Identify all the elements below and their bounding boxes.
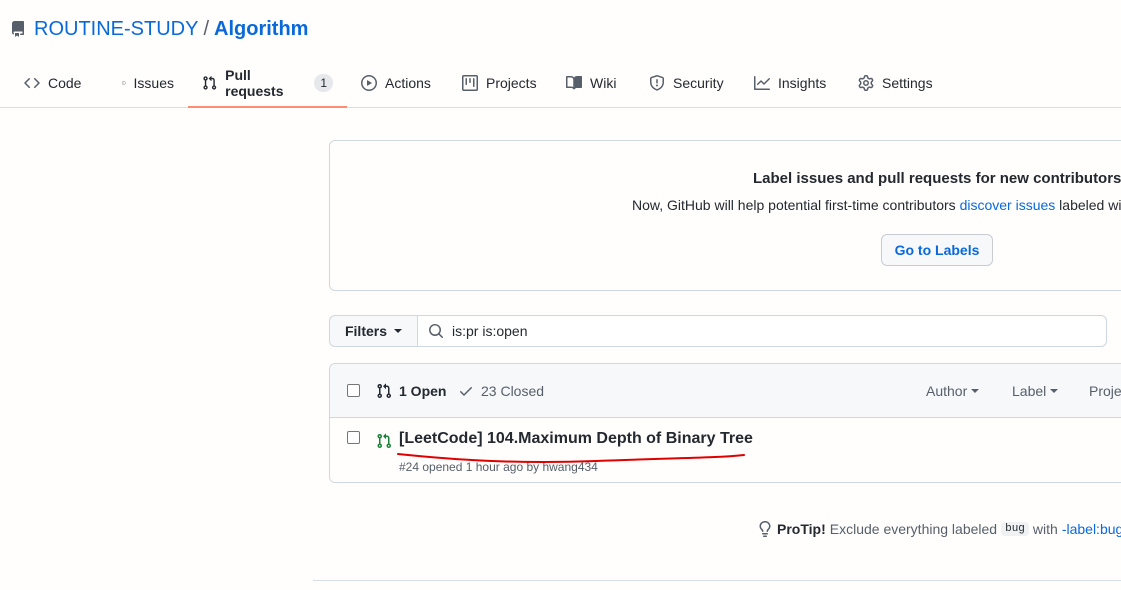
repo-separator: / <box>203 17 210 40</box>
graph-icon <box>754 76 770 90</box>
tab-label: Security <box>673 75 724 91</box>
open-count: 1 Open <box>399 383 447 399</box>
footer-divider <box>313 580 1121 581</box>
repo-tabs: Code Issues Pull requests 1 Actions Proj… <box>10 60 954 108</box>
table-icon <box>462 75 478 91</box>
search-input[interactable] <box>452 323 1052 339</box>
play-icon <box>361 75 377 91</box>
chevron-down-icon <box>1050 389 1059 393</box>
label-filter-dropdown[interactable]: Label <box>1012 383 1059 399</box>
tab-actions[interactable]: Actions <box>347 60 448 106</box>
author-filter-label: Author <box>926 383 968 399</box>
discover-issues-link[interactable]: discover issues <box>960 197 1056 213</box>
pull-requests-counter: 1 <box>314 74 333 92</box>
pull-requests-list: 1 Open 23 Closed Author Label Projects [… <box>329 363 1121 483</box>
tab-settings[interactable]: Settings <box>844 60 954 106</box>
filters-label: Filters <box>344 323 387 339</box>
tab-security[interactable]: Security <box>635 60 740 106</box>
tab-label: Settings <box>882 75 933 91</box>
tab-insights[interactable]: Insights <box>740 60 844 106</box>
open-filter-link[interactable]: 1 Open <box>376 383 446 399</box>
git-pull-request-icon <box>377 383 392 399</box>
check-icon <box>460 387 472 396</box>
book-icon <box>566 75 582 90</box>
tab-label: Actions <box>385 75 431 91</box>
list-header: 1 Open 23 Closed Author Label Projects <box>330 364 1121 418</box>
repo-name-link[interactable]: Algorithm <box>214 18 308 41</box>
filters-dropdown-button[interactable]: Filters <box>329 315 417 347</box>
list-item: [LeetCode] 104.Maximum Depth of Binary T… <box>330 419 1121 482</box>
tab-issues[interactable]: Issues <box>108 60 188 106</box>
tab-code[interactable]: Code <box>10 60 108 106</box>
pull-request-title-link[interactable]: [LeetCode] 104.Maximum Depth of Binary T… <box>399 430 753 448</box>
blankslate-text-before: Now, GitHub will help potential first-ti… <box>632 197 956 213</box>
tab-pull-requests[interactable]: Pull requests 1 <box>188 60 347 108</box>
select-all-checkbox[interactable] <box>347 384 360 397</box>
code-icon <box>24 77 40 89</box>
new-contributors-blankslate: Label issues and pull requests for new c… <box>329 140 1121 291</box>
projects-filter-label: Projects <box>1089 383 1121 399</box>
row-checkbox[interactable] <box>347 431 360 444</box>
label-filter-label: Label <box>1012 383 1047 399</box>
search-box <box>417 315 1107 347</box>
git-pull-request-icon <box>203 76 217 90</box>
tab-label: Wiki <box>590 75 617 91</box>
protip-code: bug <box>1001 522 1029 536</box>
tab-label: Code <box>48 75 82 91</box>
pull-request-meta: #24 opened 1 hour ago by hwang434 <box>399 460 598 474</box>
blankslate-title: Label issues and pull requests for new c… <box>753 170 1121 187</box>
repo-owner-link[interactable]: ROUTINE-STUDY <box>34 18 198 41</box>
gear-icon <box>858 75 874 91</box>
protip-text-before: Exclude everything labeled <box>829 521 998 537</box>
repo-header: ROUTINE-STUDY / Algorithm Code Issues Pu… <box>0 0 1121 108</box>
chevron-down-icon <box>971 389 980 393</box>
filters-bar: Filters <box>329 315 1107 347</box>
tab-wiki[interactable]: Wiki <box>552 60 635 106</box>
repo-title: ROUTINE-STUDY / Algorithm <box>10 16 308 42</box>
tab-label: Issues <box>133 75 174 91</box>
light-bulb-icon <box>759 521 771 537</box>
blankslate-text: Now, GitHub will help potential first-ti… <box>632 197 1121 213</box>
shield-icon <box>650 75 664 91</box>
protip-link[interactable]: -label:bug <box>1062 521 1121 537</box>
protip: ProTip! Exclude everything labeled bug w… <box>757 521 1121 537</box>
closed-filter-link[interactable]: 23 Closed <box>458 383 544 399</box>
protip-text-mid: with <box>1032 521 1058 537</box>
protip-heading: ProTip! <box>777 521 826 537</box>
issue-opened-icon <box>122 81 126 85</box>
closed-count: 23 Closed <box>481 383 545 399</box>
tab-label: Insights <box>778 75 827 91</box>
author-filter-dropdown[interactable]: Author <box>926 383 980 399</box>
blankslate-text-after: labeled with <box>1059 197 1121 213</box>
tab-label: Pull requests <box>225 67 284 99</box>
git-pull-request-icon <box>377 433 392 449</box>
tab-label: Projects <box>486 75 537 91</box>
go-to-labels-button[interactable]: Go to Labels <box>881 234 993 266</box>
projects-filter-dropdown[interactable]: Projects <box>1089 383 1121 399</box>
chevron-down-icon <box>394 329 402 333</box>
search-icon <box>429 324 444 339</box>
repo-icon <box>11 21 24 37</box>
tab-projects[interactable]: Projects <box>448 60 552 106</box>
